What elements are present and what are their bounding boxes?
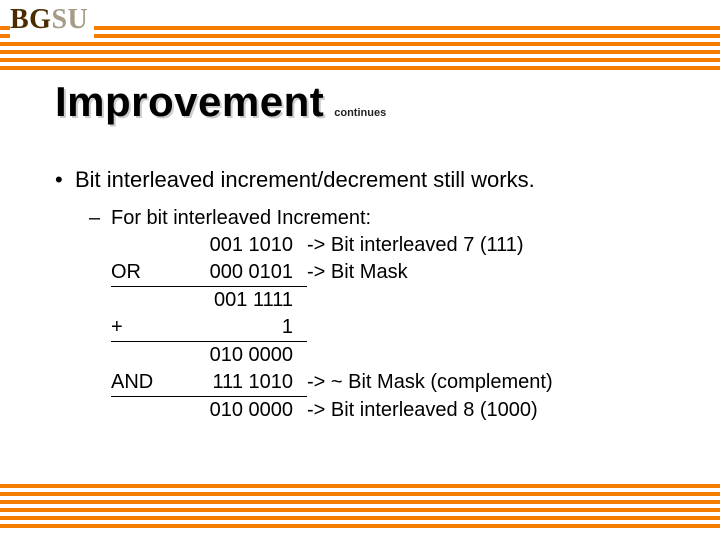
- bullet-main-text: Bit interleaved increment/decrement stil…: [75, 165, 535, 195]
- bullet-level-1: • Bit interleaved increment/decrement st…: [55, 165, 680, 195]
- operator: +: [111, 314, 173, 342]
- annotation: -> Bit interleaved 7 (111): [307, 232, 680, 259]
- bullet-sub-text: For bit interleaved Increment:: [111, 205, 371, 232]
- calc-row: 001 1010-> Bit interleaved 7 (111): [111, 232, 680, 259]
- annotation: -> ~ Bit Mask (complement): [307, 369, 680, 396]
- title-row: Improvement continues: [55, 78, 386, 126]
- binary-value: 111 1010: [173, 369, 307, 397]
- calc-row: +1: [111, 314, 680, 342]
- calc-row: OR000 0101-> Bit Mask: [111, 259, 680, 287]
- operator: OR: [111, 259, 173, 287]
- calc-row: 010 0000-> Bit interleaved 8 (1000): [111, 397, 680, 424]
- calc-row: 001 1111: [111, 287, 680, 314]
- bullet-dash: –: [89, 205, 111, 232]
- bullet-dot: •: [55, 165, 75, 195]
- logo-su: SU: [51, 4, 88, 35]
- bullet-level-2: – For bit interleaved Increment:: [89, 205, 680, 232]
- content: • Bit interleaved increment/decrement st…: [55, 165, 680, 424]
- page-title: Improvement: [55, 78, 324, 126]
- calc-row: 010 0000: [111, 342, 680, 369]
- logo-bg: BG: [10, 4, 51, 35]
- binary-value: 010 0000: [173, 397, 307, 424]
- binary-value: 001 1010: [173, 232, 307, 259]
- calc-row: AND111 1010-> ~ Bit Mask (complement): [111, 369, 680, 397]
- binary-value: 000 0101: [173, 259, 307, 287]
- bottom-stripes: [0, 484, 720, 532]
- page-subtitle: continues: [334, 107, 386, 119]
- binary-value: 010 0000: [173, 342, 307, 369]
- annotation: -> Bit Mask: [307, 259, 680, 286]
- top-stripes: [0, 26, 720, 74]
- binary-value: 001 1111: [173, 287, 307, 314]
- binary-value: 1: [173, 314, 307, 342]
- annotation: -> Bit interleaved 8 (1000): [307, 397, 680, 424]
- calculation-block: 001 1010-> Bit interleaved 7 (111)OR000 …: [111, 232, 680, 424]
- logo: BGSU: [10, 4, 94, 38]
- operator: AND: [111, 369, 173, 397]
